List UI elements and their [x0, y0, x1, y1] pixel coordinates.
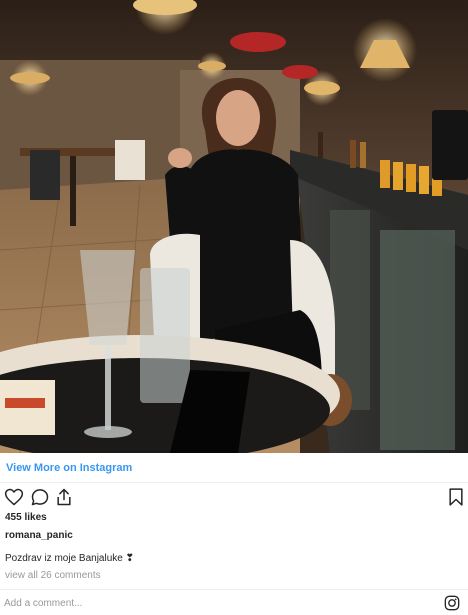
instagram-embed: View More on Instagram 455 likes romana_… — [0, 0, 468, 615]
view-comments-link[interactable]: view all 26 comments — [5, 570, 101, 581]
username-link[interactable]: romana_panic — [5, 530, 73, 541]
bookmark-icon[interactable] — [446, 487, 466, 507]
comment-bar — [0, 589, 468, 615]
add-comment-input[interactable] — [4, 595, 424, 611]
post-photo[interactable] — [0, 0, 468, 453]
view-more-link[interactable]: View More on Instagram — [6, 462, 132, 474]
share-icon[interactable] — [54, 487, 74, 507]
restaurant-photo-illustration — [0, 0, 468, 453]
comment-icon[interactable] — [30, 487, 50, 507]
post-caption: Pozdrav iz moje Banjaluke ❣ — [5, 553, 134, 564]
view-more-bar: View More on Instagram — [0, 453, 468, 483]
likes-count: 455 likes — [5, 512, 47, 523]
instagram-logo-icon[interactable] — [444, 595, 460, 611]
heart-icon[interactable] — [4, 487, 24, 507]
action-bar — [0, 483, 468, 511]
